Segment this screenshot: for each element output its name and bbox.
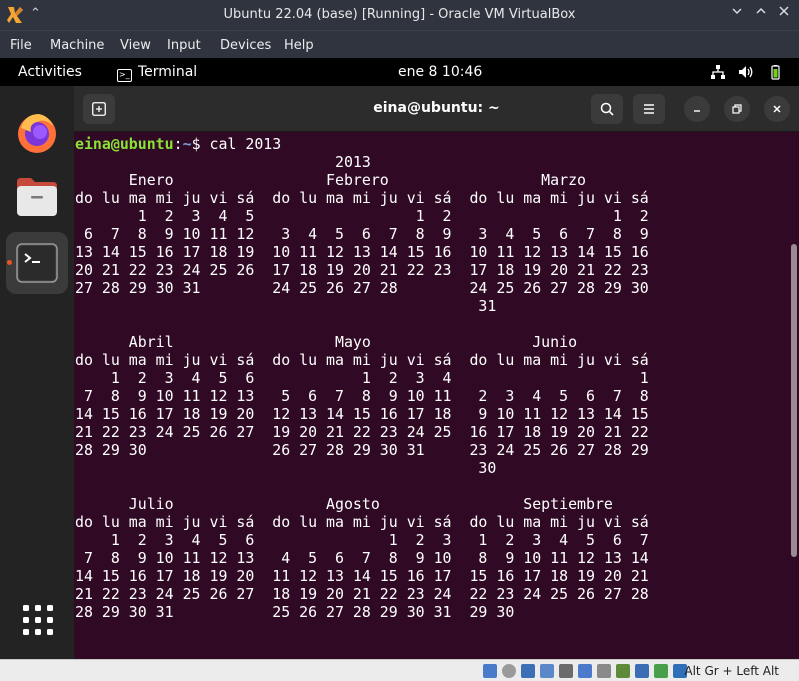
prompt-separator: : [173, 135, 183, 153]
output-line: 1 2 3 4 5 6 1 2 3 1 2 3 4 5 6 7 [75, 531, 649, 549]
audio-icon[interactable] [521, 664, 535, 678]
minimize-icon [694, 110, 700, 112]
output-line: 20 21 22 23 24 25 26 17 18 19 20 21 22 2… [75, 261, 649, 279]
vbox-menubar: File Machine View Input Devices Help [0, 30, 799, 58]
output-line: Enero Febrero Marzo [75, 171, 587, 189]
output-line: 1 2 3 4 5 6 1 2 3 4 1 [75, 369, 649, 387]
minimize-button[interactable] [727, 5, 747, 21]
app-menu-label: Terminal [138, 64, 198, 80]
terminal-close-button[interactable] [764, 96, 790, 122]
output-line: do lu ma mi ju vi sá do lu ma mi ju vi s… [75, 189, 649, 207]
output-line: 14 15 16 17 18 19 20 12 13 14 15 16 17 1… [75, 405, 649, 423]
display-icon[interactable] [597, 664, 611, 678]
usb-icon[interactable] [559, 664, 573, 678]
output-line: 21 22 23 24 25 26 27 18 19 20 21 22 23 2… [75, 585, 649, 603]
prompt-path: ~ [182, 135, 192, 153]
app-menu[interactable]: >_ Terminal [117, 64, 197, 82]
close-icon [779, 6, 789, 16]
search-button[interactable] [591, 94, 623, 124]
chevron-up-icon [756, 7, 766, 14]
output-line: 1 2 3 4 5 1 2 1 2 [75, 207, 649, 225]
terminal-minimize-button[interactable] [684, 96, 710, 122]
dock [0, 86, 74, 659]
network-icon[interactable] [710, 64, 726, 80]
output-line: 13 14 15 16 17 18 19 10 11 12 13 14 15 1… [75, 243, 649, 261]
prompt-line: eina@ubuntu:~$ cal 2013 [75, 135, 281, 153]
maximize-button[interactable] [751, 5, 771, 21]
output-line: 2013 [75, 153, 371, 171]
output-line: 7 8 9 10 11 12 13 4 5 6 7 8 9 10 8 9 10 … [75, 549, 649, 567]
output-line: 7 8 9 10 11 12 13 5 6 7 8 9 10 11 2 3 4 … [75, 387, 649, 405]
output-line: Abril Mayo Junio [75, 333, 578, 351]
terminal-icon: >_ [117, 69, 132, 82]
chevron-down-icon [732, 8, 742, 15]
scrollbar[interactable] [791, 244, 797, 557]
output-line: do lu ma mi ju vi sá do lu ma mi ju vi s… [75, 513, 649, 531]
search-icon [600, 102, 614, 116]
menu-view[interactable]: View [120, 38, 151, 53]
output-line: 14 15 16 17 18 19 20 11 12 13 14 15 16 1… [75, 567, 649, 585]
running-indicator [7, 260, 12, 265]
output-line: 21 22 23 24 25 26 27 19 20 21 22 23 24 2… [75, 423, 649, 441]
output-line: do lu ma mi ju vi sá do lu ma mi ju vi s… [75, 351, 649, 369]
output-line: 6 7 8 9 10 11 12 3 4 5 6 7 8 9 3 4 5 6 7… [75, 225, 649, 243]
close-icon [773, 105, 781, 113]
activities-button[interactable]: Activities [18, 64, 82, 80]
close-button[interactable] [774, 5, 794, 21]
menu-help[interactable]: Help [284, 38, 314, 53]
volume-icon[interactable] [738, 64, 754, 80]
mouse-integration-icon[interactable] [654, 664, 668, 678]
shared-folders-icon[interactable] [578, 664, 592, 678]
optical-drive-icon[interactable] [502, 664, 516, 678]
menu-button[interactable] [633, 94, 665, 124]
app-grid-icon [23, 605, 53, 635]
dock-terminal[interactable] [6, 232, 68, 294]
terminal-maximize-button[interactable] [724, 96, 750, 122]
restore-icon [732, 104, 742, 114]
gnome-topbar: Activities >_ Terminal ene 8 10:46 [0, 58, 799, 86]
output-line: 30 [75, 459, 497, 477]
terminal-icon [16, 243, 58, 283]
output-line: 28 29 30 31 25 26 27 28 29 30 31 29 30 [75, 603, 515, 621]
output-line: 28 29 30 26 27 28 29 30 31 23 24 25 26 2… [75, 441, 649, 459]
network-adapter-icon[interactable] [540, 664, 554, 678]
menu-input[interactable]: Input [167, 38, 201, 53]
command-text: cal 2013 [209, 135, 282, 153]
vbox-titlebar: ⌃ Ubuntu 22.04 (base) [Running] - Oracle… [0, 0, 799, 30]
firefox-icon [18, 114, 56, 153]
terminal-window[interactable]: eina@ubuntu: ~ eina@ubuntu:~$ cal 2013 2… [74, 86, 799, 659]
terminal-headerbar: eina@ubuntu: ~ [74, 86, 799, 132]
recording-icon[interactable] [616, 664, 630, 678]
vbox-statusbar: Alt Gr + Left Alt [0, 659, 799, 681]
dock-firefox[interactable] [6, 102, 68, 164]
window-title: Ubuntu 22.04 (base) [Running] - Oracle V… [223, 7, 576, 22]
dock-files[interactable] [6, 166, 68, 228]
menu-file[interactable]: File [10, 38, 32, 53]
battery-icon[interactable] [767, 64, 783, 80]
prompt-dollar: $ [191, 135, 210, 153]
output-line: Julio Agosto Septiembre [75, 495, 613, 513]
terminal-output[interactable]: eina@ubuntu:~$ cal 2013 2013 Enero Febre… [74, 132, 789, 659]
host-key-label: Alt Gr + Left Alt [684, 664, 779, 678]
menu-machine[interactable]: Machine [50, 38, 104, 53]
output-line: 31 [75, 297, 497, 315]
menu-devices[interactable]: Devices [220, 38, 271, 53]
hard-disk-icon[interactable] [483, 664, 497, 678]
prompt-user: eina@ubuntu [75, 135, 174, 153]
virtualization-icon[interactable] [635, 664, 649, 678]
show-applications-button[interactable] [6, 588, 68, 650]
menu-icon [644, 104, 654, 114]
clock[interactable]: ene 8 10:46 [398, 64, 482, 80]
output-line: 27 28 29 30 31 24 25 26 27 28 24 25 26 2… [75, 279, 649, 297]
files-icon [17, 178, 57, 216]
